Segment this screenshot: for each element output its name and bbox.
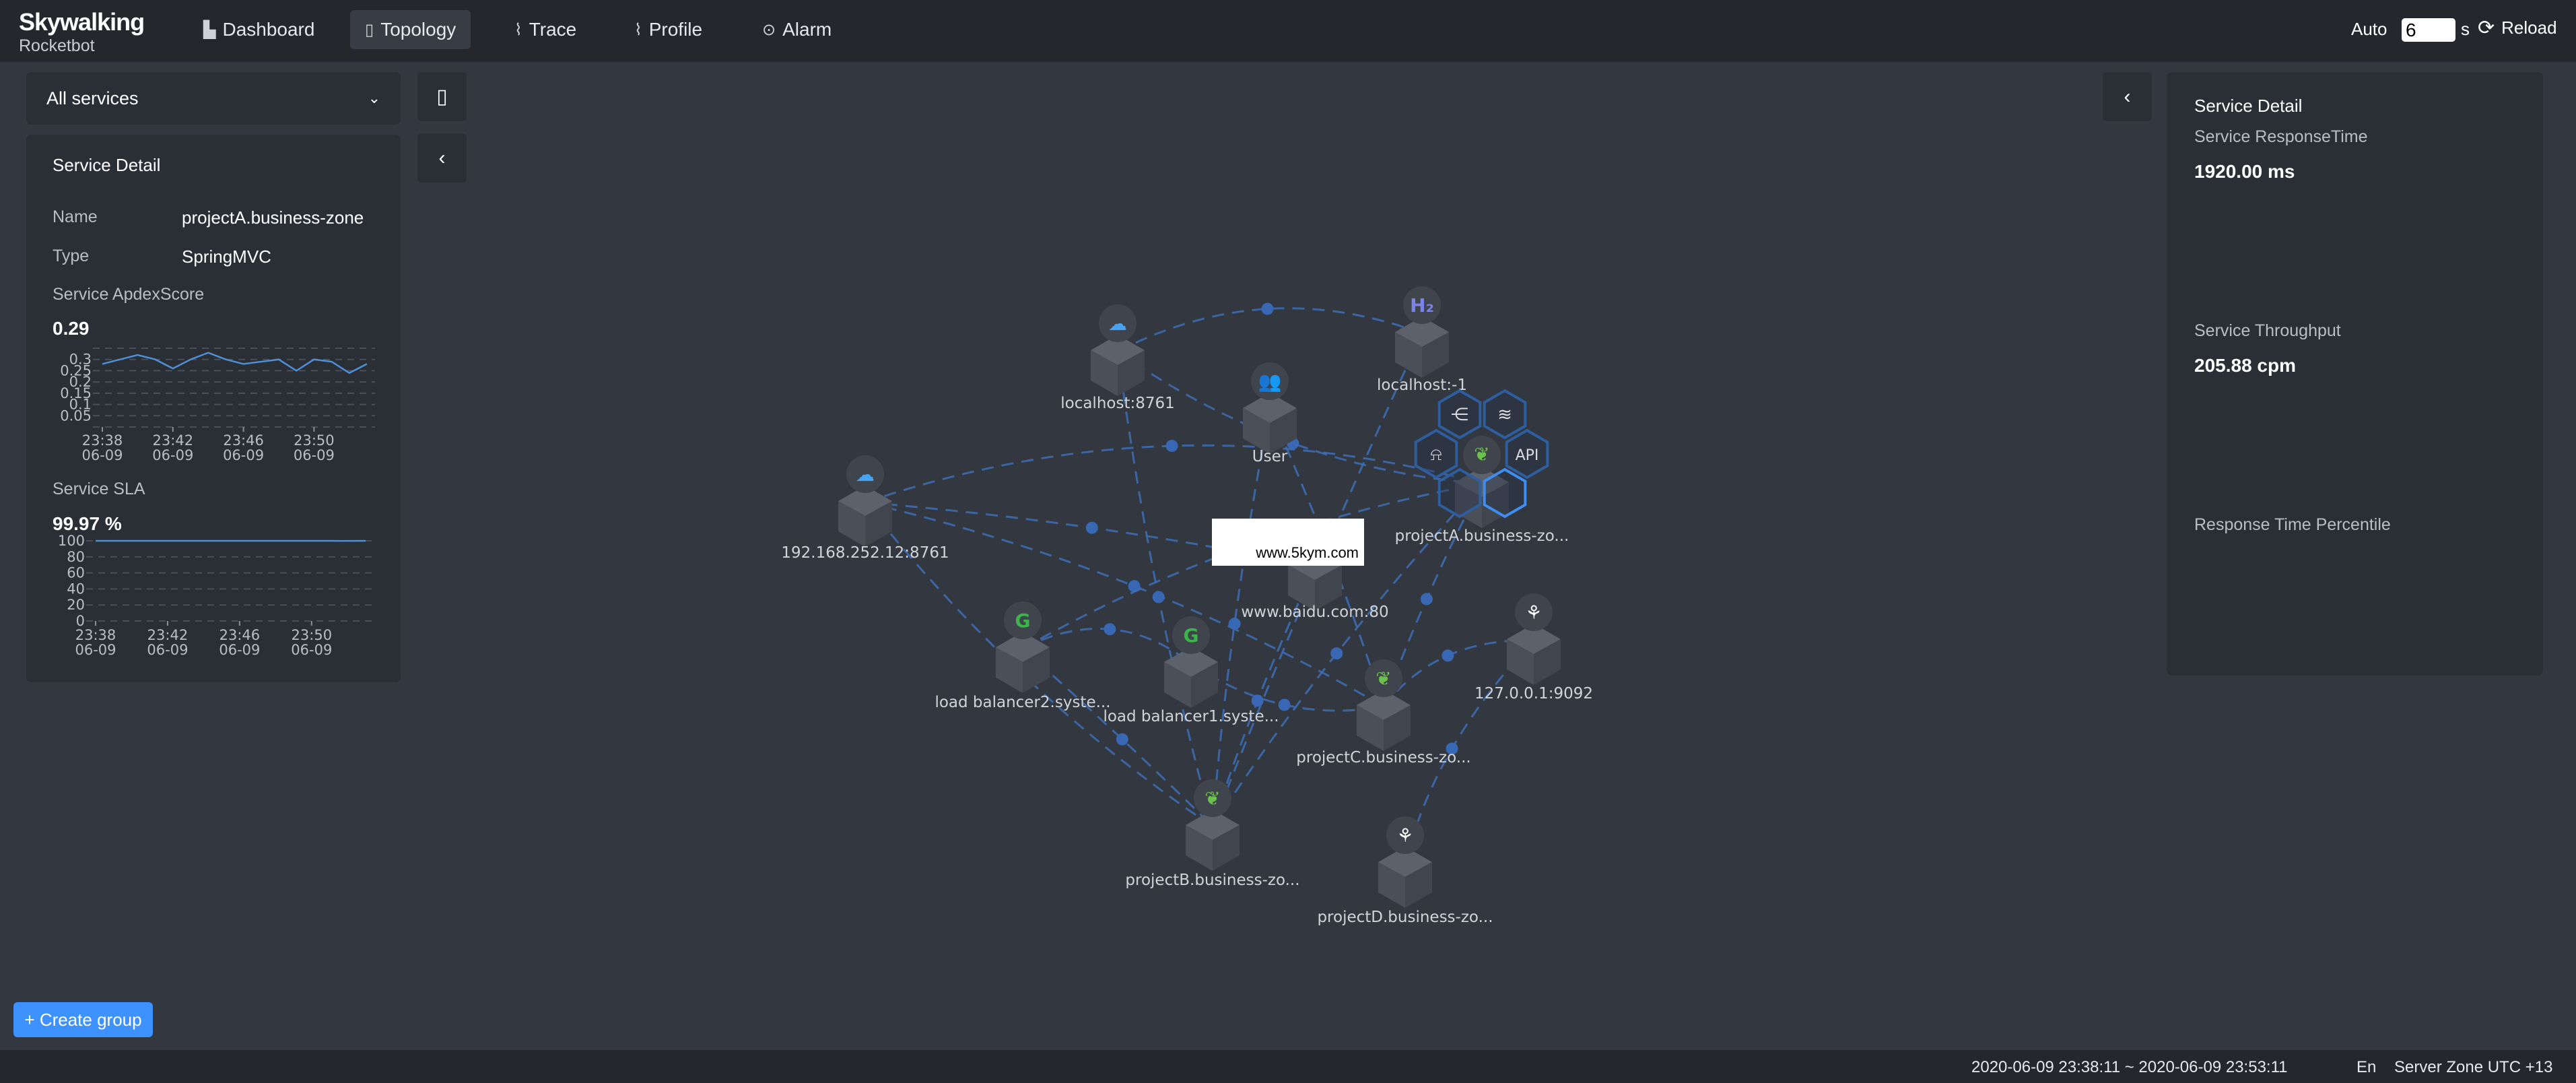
- spring-leaf-icon: ❦: [1205, 787, 1220, 810]
- node-label: www.baidu.com:80: [1241, 603, 1388, 621]
- apdex-value: 0.29: [53, 318, 90, 339]
- topology-node[interactable]: Gload balancer2.syste...: [935, 601, 1111, 711]
- node-label: projectB.business-zo...: [1125, 872, 1299, 889]
- topology-tree-icon: ⋲: [1451, 405, 1468, 425]
- throughput-value: 205.88 cpm: [2194, 355, 2296, 376]
- watermark-url: www.5kym.com: [1256, 544, 1359, 561]
- edge-dot: [1420, 593, 1433, 605]
- node-label: load balancer2.syste...: [935, 694, 1110, 711]
- menu-item-empty[interactable]: [1437, 467, 1482, 519]
- nginx-icon: G: [1015, 610, 1031, 632]
- edge-dot: [1104, 623, 1116, 636]
- menu-item-api[interactable]: API: [1505, 428, 1549, 480]
- edge-dot: [1228, 618, 1241, 630]
- service-select[interactable]: All services ⌄: [26, 72, 401, 125]
- topology-node[interactable]: ☁ 192.168.252.12:8761: [781, 455, 949, 562]
- hexagon: [1437, 467, 1482, 519]
- collapse-right-button[interactable]: ‹: [2103, 72, 2152, 121]
- topology-edge: [1022, 482, 1483, 650]
- edge-dot: [1261, 302, 1274, 315]
- alarm-icon: ⍾: [1430, 445, 1442, 465]
- menu-item-empty[interactable]: [1483, 467, 1527, 519]
- cloud-icon: ☁: [1108, 313, 1127, 335]
- node-label: 127.0.0.1:9092: [1475, 685, 1593, 702]
- topology-edge: [1117, 307, 1423, 353]
- toggle-view-button[interactable]: ▯: [417, 72, 467, 121]
- right-service-detail-panel: Service Detail Service ResponseTime 1920…: [2167, 72, 2543, 676]
- chevron-down-icon: ⌄: [368, 90, 380, 106]
- apdex-title: Service ApdexScore: [53, 285, 205, 304]
- menu-item-alarm[interactable]: ⍾: [1414, 428, 1458, 480]
- h2-icon: H₂: [1410, 294, 1434, 317]
- sla-value: 99.97 %: [53, 513, 122, 534]
- node-label: User: [1252, 448, 1288, 465]
- panel-title: Service Detail: [53, 155, 161, 175]
- node-label: projectC.business-zo...: [1296, 749, 1470, 766]
- chevron-left-icon: ‹: [438, 146, 446, 169]
- time-range[interactable]: 2020-06-09 23:38:11 ~ 2020-06-09 23:53:1…: [1971, 1058, 2288, 1077]
- node-label: 192.168.252.12:8761: [781, 544, 949, 562]
- left-service-detail-panel: Service Detail Name projectA.business-zo…: [26, 135, 401, 682]
- kafka-icon: ⚘: [1525, 601, 1542, 624]
- edge-dot: [1330, 647, 1343, 660]
- edge-dot: [1165, 440, 1178, 453]
- node-label: load balancer1.syste...: [1103, 708, 1279, 725]
- footer: 2020-06-09 23:38:11 ~ 2020-06-09 23:53:1…: [0, 1050, 2576, 1083]
- menu-item-layers[interactable]: ≋: [1483, 389, 1527, 440]
- chevron-left-icon: ‹: [2124, 85, 2131, 108]
- collapse-left-button[interactable]: ‹: [417, 133, 467, 183]
- create-group-button[interactable]: + Create group: [13, 1002, 153, 1037]
- nginx-icon: G: [1184, 624, 1199, 647]
- api-icon: API: [1516, 447, 1539, 464]
- topology-node[interactable]: ☁ localhost:8761: [1060, 304, 1175, 412]
- type-label: Type: [53, 247, 90, 265]
- edge-dot: [1278, 698, 1291, 711]
- response-time-title: Service ResponseTime: [2194, 127, 2368, 146]
- response-time-value: 1920.00 ms: [2194, 161, 2295, 182]
- node-label: projectA.business-zo...: [1395, 527, 1569, 545]
- edge-dot: [1152, 591, 1165, 603]
- edge-dot: [1442, 649, 1454, 662]
- name-label: Name: [53, 207, 98, 226]
- topology-icon: ▯: [436, 86, 448, 108]
- kafka-icon: ⚘: [1396, 824, 1413, 847]
- percentile-title: Response Time Percentile: [2194, 515, 2391, 534]
- cloud-icon: ☁: [856, 463, 875, 486]
- edge-dot: [1251, 694, 1264, 707]
- spring-leaf-icon: ❦: [1376, 667, 1391, 690]
- node-label: projectD.business-zo...: [1317, 909, 1493, 926]
- language-toggle[interactable]: En: [2357, 1058, 2376, 1077]
- topology-edge: [865, 444, 1483, 504]
- topology-node[interactable]: ❦ projectC.business-zo...: [1296, 659, 1471, 766]
- watermark: www.5kym.com: [1212, 519, 1364, 566]
- menu-item-topology-tree[interactable]: ⋲: [1437, 389, 1482, 440]
- edge-dot: [1085, 521, 1098, 534]
- node-label: localhost:8761: [1060, 395, 1175, 412]
- server-zone: Server Zone UTC +13: [2394, 1058, 2553, 1076]
- node-label: localhost:-1: [1377, 376, 1467, 394]
- topology-node[interactable]: ⚘ projectD.business-zo...: [1317, 816, 1493, 926]
- topology-node[interactable]: H₂ localhost:-1: [1377, 286, 1467, 394]
- panel-title: Service Detail: [2194, 96, 2303, 116]
- topology-node[interactable]: ⚘ 127.0.0.1:9092: [1475, 593, 1593, 702]
- hexagon: [1483, 467, 1527, 519]
- layers-icon: ≋: [1497, 405, 1512, 425]
- users-icon: 👥: [1258, 370, 1282, 393]
- spring-leaf-icon: ❦: [1474, 443, 1489, 465]
- sla-title: Service SLA: [53, 480, 145, 498]
- throughput-title: Service Throughput: [2194, 321, 2341, 340]
- type-value: SpringMVC: [182, 247, 271, 267]
- name-value: projectA.business-zone: [182, 207, 364, 228]
- edge-dot: [1116, 733, 1128, 746]
- topology-node[interactable]: ❦ projectB.business-zo...: [1125, 779, 1300, 889]
- service-select-value: All services: [46, 88, 139, 108]
